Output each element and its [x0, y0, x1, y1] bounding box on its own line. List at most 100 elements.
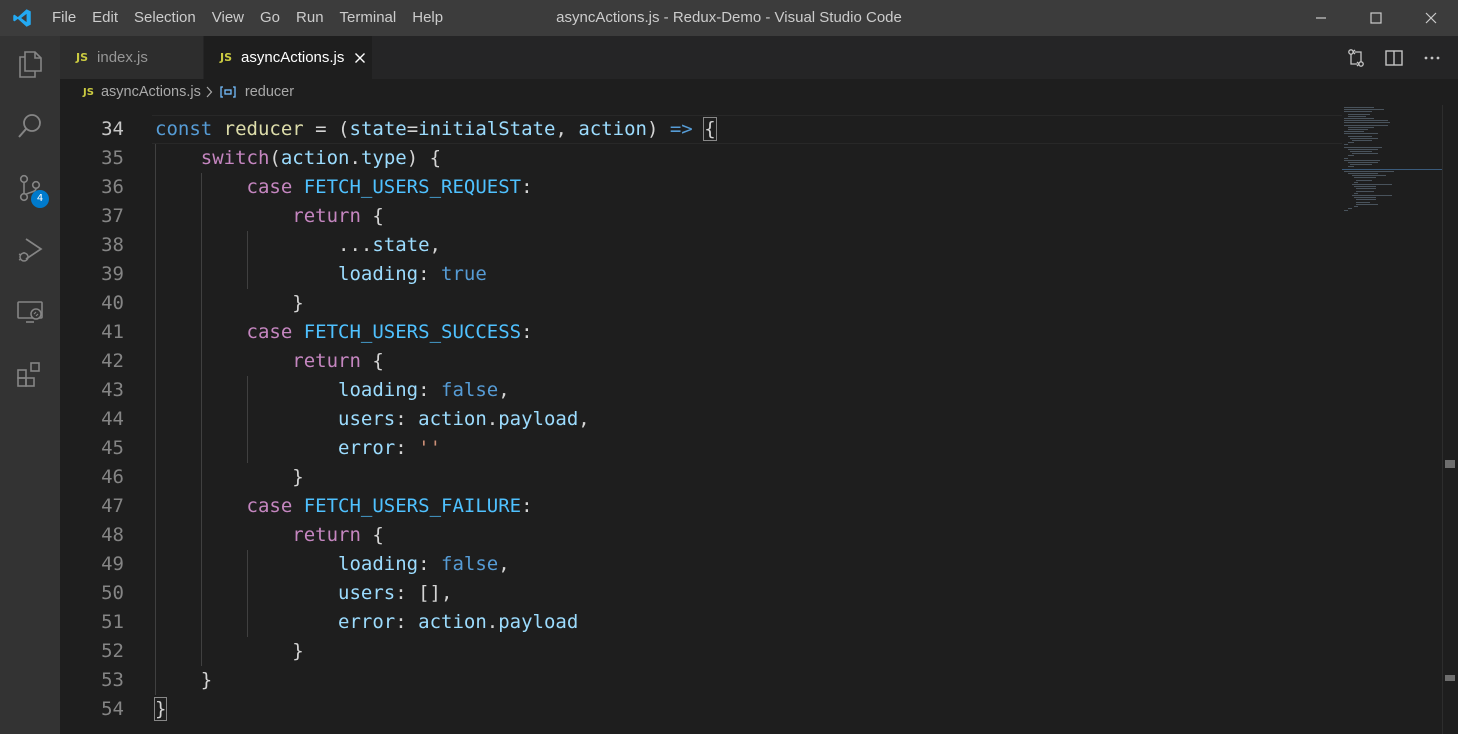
- code-line[interactable]: loading: false,: [155, 550, 510, 579]
- menu-bar: File Edit Selection View Go Run Terminal Help: [44, 0, 451, 36]
- maximize-icon[interactable]: [1348, 0, 1403, 36]
- menu-view[interactable]: View: [204, 0, 252, 36]
- code-line[interactable]: }: [153, 695, 168, 724]
- split-editor-icon[interactable]: [1382, 46, 1406, 70]
- variable-symbol-icon: [219, 85, 237, 99]
- code-line[interactable]: switch(action.type) {: [155, 144, 441, 173]
- minimap-line: [1344, 159, 1380, 161]
- close-window-icon[interactable]: [1403, 0, 1458, 36]
- minimap-line: [1344, 144, 1348, 146]
- code-token: }: [155, 640, 304, 662]
- code-token: :: [395, 611, 419, 633]
- code-line[interactable]: users: [],: [155, 579, 452, 608]
- minimap-line: [1354, 197, 1376, 199]
- run-debug-icon[interactable]: [0, 222, 60, 278]
- minimap-line: [1354, 186, 1376, 188]
- code-line[interactable]: case FETCH_USERS_FAILURE:: [155, 492, 533, 521]
- minimap-line: [1348, 173, 1378, 174]
- menu-help[interactable]: Help: [404, 0, 451, 36]
- line-number: 45: [101, 437, 124, 459]
- menu-run[interactable]: Run: [288, 0, 332, 36]
- code-line[interactable]: case FETCH_USERS_REQUEST:: [155, 173, 533, 202]
- tab-bar: JS index.js JS asyncActions.js: [60, 36, 1458, 79]
- minimap-line: [1354, 181, 1358, 183]
- tab-index-js[interactable]: JS index.js: [60, 36, 204, 79]
- code-token: FETCH_USERS_SUCCESS: [303, 321, 522, 343]
- code-token: :: [521, 495, 533, 517]
- line-number: 44: [101, 408, 124, 430]
- line-number: 42: [101, 350, 124, 372]
- code-line[interactable]: return {: [155, 521, 384, 550]
- title-bar: File Edit Selection View Go Run Terminal Help a…: [0, 0, 1458, 36]
- code-token: :: [521, 176, 533, 198]
- minimize-icon[interactable]: [1293, 0, 1348, 36]
- remote-explorer-icon[interactable]: [0, 284, 60, 340]
- code-token: error: [338, 611, 396, 633]
- code-token: FETCH_USERS_FAILURE: [303, 495, 522, 517]
- code-line[interactable]: error: action.payload: [155, 608, 578, 637]
- code-token: :: [395, 437, 419, 459]
- source-control-icon[interactable]: 4: [0, 160, 60, 216]
- minimap-line: [1356, 190, 1374, 192]
- code-line[interactable]: }: [155, 666, 212, 695]
- code-line[interactable]: ...state,: [155, 231, 441, 260]
- menu-file[interactable]: File: [44, 0, 84, 36]
- open-changes-icon[interactable]: [1344, 46, 1368, 70]
- minimap[interactable]: [1342, 105, 1442, 734]
- code-line[interactable]: }: [155, 289, 303, 318]
- code-line[interactable]: users: action.payload,: [155, 405, 590, 434]
- code-token: ,: [555, 118, 579, 140]
- menu-edit[interactable]: Edit: [84, 0, 126, 36]
- line-number: 40: [101, 292, 124, 314]
- tab-asyncactions-js[interactable]: JS asyncActions.js: [204, 36, 372, 79]
- code-token: :: [395, 408, 419, 430]
- search-icon[interactable]: [0, 98, 60, 154]
- minimap-line: [1354, 177, 1376, 179]
- code-token: :: [521, 321, 533, 343]
- code-token: initialState: [418, 118, 556, 140]
- minimap-line: [1344, 146, 1382, 148]
- minimap-slider[interactable]: [1342, 169, 1442, 170]
- code-editor[interactable]: 34 const reducer = (state=initialState, a…: [60, 105, 1458, 734]
- minimap-line: [1344, 120, 1388, 122]
- code-token: ) {: [406, 147, 442, 169]
- minimap-line: [1344, 131, 1364, 133]
- editor-actions: [1344, 36, 1444, 79]
- code-line[interactable]: error: '': [155, 434, 441, 463]
- breadcrumb-symbol[interactable]: reducer: [245, 84, 294, 100]
- code-token: ): [646, 118, 670, 140]
- minimap-line: [1344, 133, 1378, 135]
- code-line[interactable]: return {: [155, 347, 384, 376]
- minimap-line: [1352, 140, 1372, 141]
- code-token: return: [292, 350, 361, 372]
- close-tab-icon[interactable]: [352, 50, 368, 66]
- code-line[interactable]: loading: false,: [155, 376, 510, 405]
- minimap-line: [1348, 148, 1378, 150]
- javascript-file-icon: JS: [220, 51, 233, 64]
- code-token: {: [360, 524, 384, 546]
- code-line[interactable]: }: [155, 637, 304, 666]
- more-actions-icon[interactable]: [1420, 46, 1444, 70]
- explorer-icon[interactable]: [0, 36, 60, 92]
- code-token: action: [280, 147, 350, 169]
- extensions-icon[interactable]: [0, 346, 60, 402]
- menu-selection[interactable]: Selection: [126, 0, 204, 36]
- minimap-line: [1344, 157, 1348, 159]
- code-line[interactable]: loading: true: [155, 260, 487, 289]
- code-line[interactable]: return {: [155, 202, 384, 231]
- menu-go[interactable]: Go: [252, 0, 288, 36]
- vertical-scrollbar[interactable]: [1442, 105, 1458, 734]
- code-token: ,: [429, 234, 441, 256]
- code-line[interactable]: }: [155, 463, 303, 492]
- menu-terminal[interactable]: Terminal: [332, 0, 405, 36]
- breadcrumb-file[interactable]: asyncActions.js: [101, 84, 201, 100]
- code-token: action: [418, 611, 487, 633]
- code-line[interactable]: const reducer = (state=initialState, act…: [155, 115, 717, 144]
- code-line[interactable]: case FETCH_USERS_SUCCESS:: [155, 318, 533, 347]
